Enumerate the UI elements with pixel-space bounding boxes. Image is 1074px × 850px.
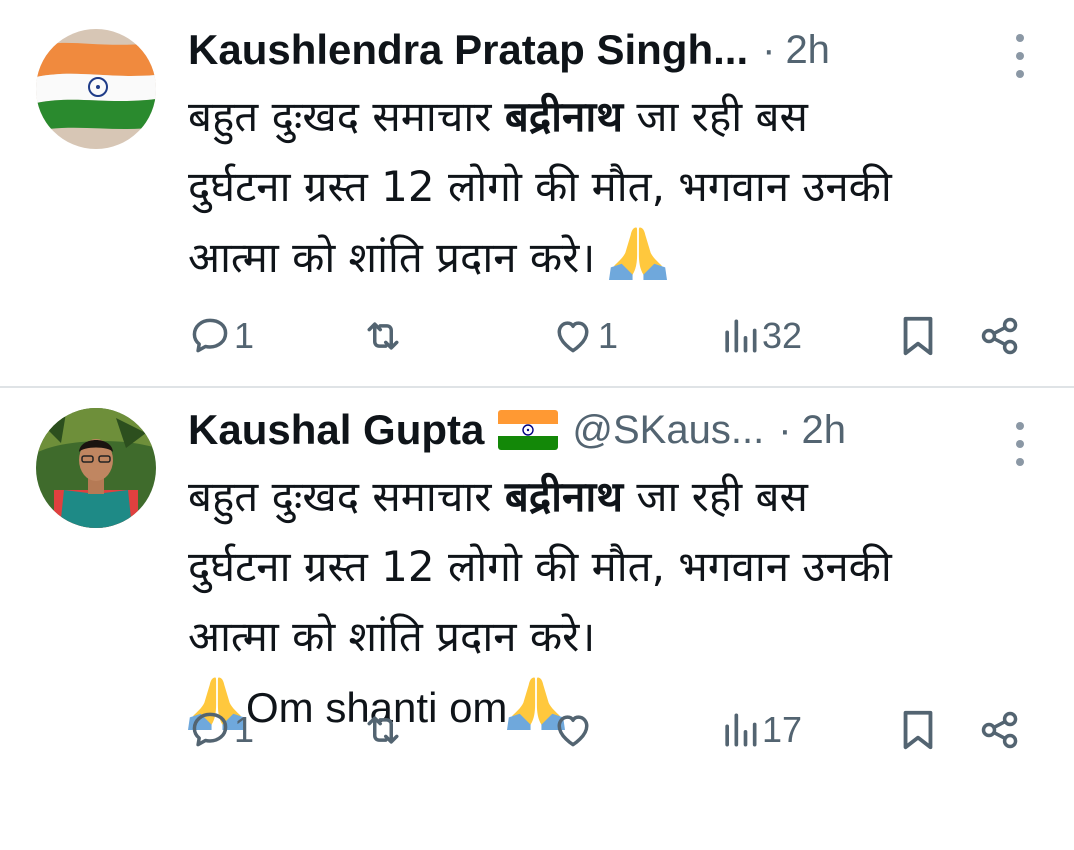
bookmark-icon [903,710,933,750]
tweet-text-line: आत्मा को शांति प्रदान करे। [188,602,1028,672]
views-icon [725,713,757,747]
retweet-button[interactable] [360,700,408,760]
share-button[interactable] [978,306,1022,366]
tweet-text-line: बहुत दुःखद समाचार बद्रीनाथ जा रही बस [188,462,1028,532]
bold-text-segment: बद्रीनाथ [504,472,624,521]
text-segment: आत्मा को शांति प्रदान करे। [188,233,609,282]
like-button[interactable]: 1 [550,306,618,366]
heart-icon [557,715,589,747]
tweet-text-line: आत्मा को शांति प्रदान करे। [188,222,1028,293]
person-photo-avatar[interactable] [36,408,156,528]
reply-count: 1 [234,709,255,750]
views-button[interactable]: 32 [720,306,802,366]
tweet-text-line: दुर्घटना ग्रस्त 12 लोगो की मौत, भगवान उन… [188,152,1028,222]
bookmark-icon [903,316,933,356]
view-count: 17 [762,709,803,750]
text-segment: बहुत दुःखद समाचार [188,472,505,521]
author-handle[interactable]: @SKaus... [572,408,764,453]
separator-dot: · [762,27,776,72]
tweet-text-line: बहुत दुःखद समाचार बद्रीनाथ जा रही बस [188,82,1028,152]
text-segment: जा रही बस [623,472,808,521]
share-icon [981,711,1018,749]
reply-count: 1 [234,315,255,356]
timestamp[interactable]: 2h [785,28,830,73]
tweet-text-line: दुर्घटना ग्रस्त 12 लोगो की मौत, भगवान उन… [188,532,1028,602]
tweet[interactable]: Kaushlendra Pratap Singh... · 2h बहुत दु… [0,0,1074,388]
text-segment: आत्मा को शांति प्रदान करे। [188,612,596,661]
reply-icon [192,318,228,353]
text-segment: दुर्घटना ग्रस्त 12 लोगो की मौत, भगवान उन… [188,542,892,591]
text-segment: बहुत दुःखद समाचार [188,92,505,141]
bold-text-segment: बद्रीनाथ [504,92,624,141]
author-name[interactable]: Kaushlendra Pratap Singh... [188,26,748,74]
retweet-icon [367,322,399,350]
author-name[interactable]: Kaushal Gupta [188,406,484,454]
bookmark-button[interactable] [898,700,938,760]
tweet-actions: 1 17 [188,700,1024,760]
tweet-header: Kaushlendra Pratap Singh... · 2h [188,20,974,80]
text-segment: दुर्घटना ग्रस्त 12 लोगो की मौत, भगवान उन… [188,162,892,211]
views-icon [725,319,757,353]
separator-dot: · [778,407,792,452]
retweet-icon [367,716,399,744]
tweet[interactable]: Kaushal Gupta @SKaus... · 2h बहुत दुःखद … [0,388,1074,850]
heart-icon [557,321,589,353]
more-options-icon[interactable] [1010,34,1030,78]
reply-icon [192,712,228,747]
reply-button[interactable]: 1 [188,700,254,760]
india-flag-emoji [498,410,559,450]
view-count: 32 [762,315,803,356]
share-button[interactable] [978,700,1022,760]
share-icon [981,317,1018,355]
india-flag-avatar[interactable] [36,29,156,149]
tweet-text: बहुत दुःखद समाचार बद्रीनाथ जा रही बस दुर… [188,82,1028,293]
like-count: 1 [598,315,619,356]
timestamp[interactable]: 2h [802,408,847,453]
reply-button[interactable]: 1 [188,306,254,366]
text-segment: जा रही बस [623,92,808,141]
retweet-button[interactable] [360,306,408,366]
tweet-actions: 1 1 32 [188,306,1024,366]
views-button[interactable]: 17 [720,700,802,760]
folded-hands-emoji [609,222,667,280]
tweet-header: Kaushal Gupta @SKaus... · 2h [188,400,974,460]
bookmark-button[interactable] [898,306,938,366]
like-button[interactable] [550,700,598,760]
more-options-icon[interactable] [1010,422,1030,466]
